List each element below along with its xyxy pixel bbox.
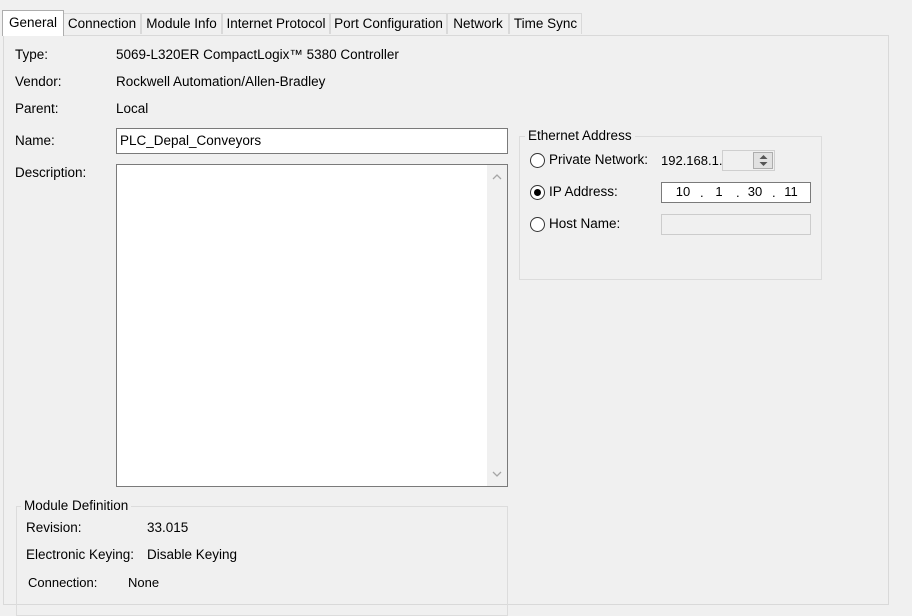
tab-general[interactable]: General	[2, 10, 64, 36]
ip-octet-4[interactable]: 11	[776, 183, 806, 202]
type-value: 5069-L320ER CompactLogix™ 5380 Controlle…	[116, 47, 399, 62]
ip-address-label: IP Address:	[549, 184, 618, 199]
stepper-down-icon[interactable]	[759, 161, 768, 167]
ip-octet-1[interactable]: 10	[668, 183, 698, 202]
private-network-radio[interactable]	[530, 153, 545, 168]
host-name-input[interactable]	[661, 214, 811, 235]
host-name-radio[interactable]	[530, 217, 545, 232]
description-label: Description:	[15, 165, 87, 180]
tab-strip: General Connection Module Info Internet …	[0, 0, 912, 36]
scroll-down-icon[interactable]	[492, 471, 502, 478]
name-label: Name:	[15, 133, 55, 148]
scroll-up-icon[interactable]	[492, 173, 502, 180]
electronic-keying-label: Electronic Keying:	[26, 547, 135, 562]
type-label: Type:	[15, 47, 49, 62]
tab-network[interactable]: Network	[447, 13, 509, 34]
tab-connection[interactable]: Connection	[63, 13, 141, 34]
module-definition-title: Module Definition	[21, 498, 132, 513]
description-scrollbar[interactable]	[487, 165, 507, 486]
private-network-label: Private Network:	[549, 152, 649, 167]
tab-time-sync[interactable]: Time Sync	[509, 13, 582, 34]
revision-label: Revision:	[26, 520, 82, 535]
description-textarea[interactable]	[116, 164, 508, 487]
revision-value: 33.015	[147, 520, 189, 535]
tab-internet-protocol[interactable]: Internet Protocol	[222, 13, 330, 34]
vendor-value: Rockwell Automation/Allen-Bradley	[116, 74, 326, 89]
stepper-up-icon[interactable]	[759, 154, 768, 160]
ip-octet-3[interactable]: 30	[740, 183, 770, 202]
ethernet-address-title: Ethernet Address	[525, 128, 635, 143]
private-network-prefix: 192.168.1.	[661, 153, 723, 168]
host-name-label: Host Name:	[549, 216, 621, 231]
connection-value: None	[128, 575, 160, 590]
stepper-buttons[interactable]	[753, 152, 773, 169]
parent-label: Parent:	[15, 101, 59, 116]
ip-address-input[interactable]: 10 . 1 . 30 . 11	[661, 182, 811, 203]
vendor-label: Vendor:	[15, 74, 62, 89]
ip-address-radio[interactable]	[530, 185, 545, 200]
electronic-keying-value: Disable Keying	[147, 547, 238, 562]
name-input[interactable]: PLC_Depal_Conveyors	[116, 128, 508, 154]
tab-module-info[interactable]: Module Info	[141, 13, 222, 34]
tab-port-configuration[interactable]: Port Configuration	[330, 13, 447, 34]
connection-label: Connection:	[28, 575, 98, 590]
private-network-stepper[interactable]	[722, 150, 775, 171]
ip-octet-2[interactable]: 1	[704, 183, 734, 202]
parent-value: Local	[116, 101, 149, 116]
